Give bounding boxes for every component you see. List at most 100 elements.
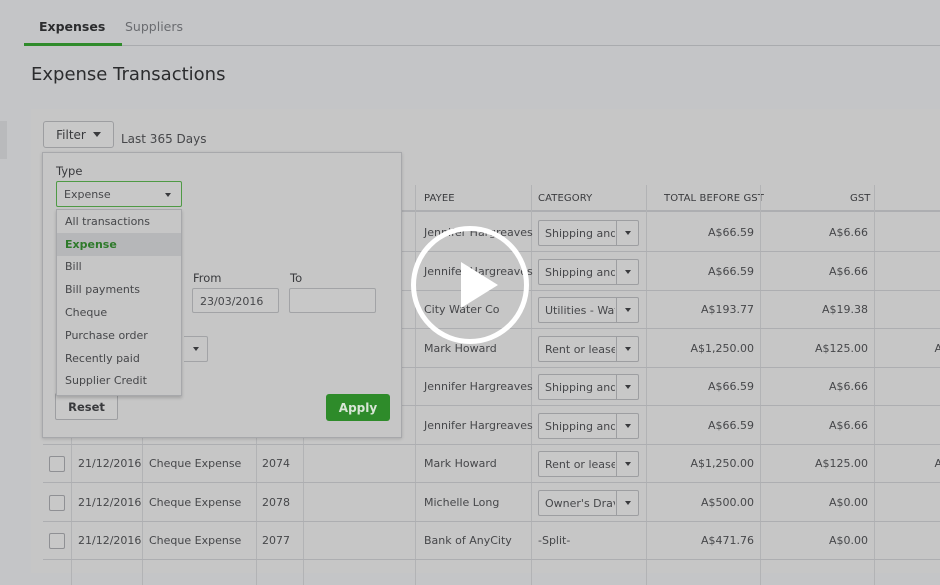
reset-button[interactable]: Reset <box>55 393 118 420</box>
chevron-down-icon <box>624 500 631 505</box>
category-select[interactable]: Rent or lease <box>538 335 639 362</box>
category-dropdown-toggle[interactable] <box>616 336 638 361</box>
cell-date: 21/12/2016 <box>78 457 142 470</box>
type-option[interactable]: Purchase order <box>57 324 181 347</box>
type-option[interactable]: Bill <box>57 256 181 279</box>
type-option[interactable]: Expense <box>57 232 181 256</box>
type-option[interactable]: All transactions <box>57 210 181 233</box>
cell-total-before-gst: A$66.59 <box>707 226 754 239</box>
cell-total: A <box>881 534 940 547</box>
cell-type: Cheque Expense <box>149 495 242 509</box>
type-select-value: Expense <box>64 188 111 201</box>
chevron-down-icon <box>165 193 171 197</box>
category-dropdown-toggle[interactable] <box>616 452 638 476</box>
table-row[interactable]: 21/12/2016 Cheque Expense 2074 Mark Howa… <box>43 445 940 483</box>
cell-payee: Mark Howard <box>424 457 497 470</box>
page-title: Expense Transactions <box>31 64 226 85</box>
category-dropdown-toggle[interactable] <box>616 375 638 399</box>
cell-date: 21/12/2016 <box>78 534 142 547</box>
category-select[interactable]: Shipping and <box>538 258 639 285</box>
header-payee[interactable]: PAYEE <box>424 193 455 204</box>
category-value: Shipping and <box>545 419 615 433</box>
type-option[interactable]: Supplier Credit <box>57 370 181 393</box>
category-dropdown-toggle[interactable] <box>616 490 638 515</box>
category-dropdown-toggle[interactable] <box>616 259 638 284</box>
chevron-down-icon <box>92 132 101 137</box>
tab-expenses[interactable]: Expenses <box>23 19 123 46</box>
header-gst[interactable]: GST <box>850 193 871 204</box>
chevron-down-icon <box>624 269 631 274</box>
cell-payee: Bank of AnyCity <box>424 534 512 547</box>
cell-type: Cheque Expense <box>149 457 242 470</box>
cell-total-before-gst: A$66.59 <box>707 418 754 432</box>
table-row[interactable]: 21/12/2016 Cheque Expense 2078 Michelle … <box>43 484 940 522</box>
cell-total-before-gst: A$471.76 <box>700 534 754 547</box>
cell-type: Cheque Expense <box>149 534 242 547</box>
row-checkbox[interactable] <box>49 494 65 511</box>
cell-total: A$ <box>934 341 940 355</box>
to-label: To <box>290 271 303 285</box>
row-checkbox[interactable] <box>49 533 65 549</box>
cell-date: 21/12/2016 <box>78 495 142 509</box>
category-dropdown-toggle[interactable] <box>616 298 638 322</box>
category-value: Utilities - Wat <box>545 304 615 317</box>
category-select[interactable]: Utilities - Wat <box>538 297 639 323</box>
category-select[interactable]: Rent or lease <box>538 451 639 477</box>
type-option[interactable]: Bill payments <box>57 278 181 301</box>
cell-total-before-gst: A$66.59 <box>707 264 754 278</box>
category-dropdown-toggle[interactable] <box>616 413 638 438</box>
filter-button[interactable]: Filter <box>43 121 114 148</box>
tab-suppliers[interactable]: Suppliers <box>125 19 183 34</box>
sidebar-stub <box>0 121 7 159</box>
cell-total: A <box>881 496 940 509</box>
row-checkbox[interactable] <box>49 456 65 472</box>
to-date-input[interactable] <box>289 288 376 313</box>
chevron-down-icon <box>624 462 631 466</box>
cell-gst: A$0.00 <box>828 495 868 509</box>
type-dropdown-list: All transactions Expense Bill Bill payments… <box>56 209 182 396</box>
cell-gst: A$125.00 <box>814 457 868 470</box>
cell-total-before-gst: A$193.77 <box>700 303 754 316</box>
category-value: Rent or lease <box>545 458 615 471</box>
category-value: Shipping and <box>545 381 615 394</box>
category-value: Shipping and <box>545 227 615 240</box>
table-row[interactable]: 21/12/2016 Cheque Expense 2077 Bank of A… <box>43 522 940 560</box>
from-date-input[interactable]: 23/03/2016 <box>192 288 279 313</box>
apply-button[interactable]: Apply <box>326 394 390 421</box>
category-select[interactable]: Shipping and <box>538 374 639 400</box>
category-select[interactable]: Shipping and <box>538 220 639 246</box>
cell-payee: Jennifer Hargreaves <box>424 380 533 393</box>
filter-button-label: Filter <box>56 127 86 142</box>
type-label: Type <box>56 164 83 178</box>
cell-gst: A$19.38 <box>821 303 868 316</box>
cell-number: 2078 <box>262 495 290 509</box>
cell-payee: Mark Howard <box>424 341 497 355</box>
type-select[interactable]: Expense <box>56 181 182 207</box>
cell-total-before-gst: A$500.00 <box>700 495 754 509</box>
cell-category-text: -Split- <box>538 534 571 547</box>
category-dropdown-toggle[interactable] <box>616 221 638 245</box>
cell-total-before-gst: A$1,250.00 <box>690 341 754 355</box>
category-select[interactable]: Shipping and <box>538 412 639 439</box>
tab-bar: Expenses Suppliers <box>23 0 940 46</box>
cell-payee: Jennifer Hargreaves <box>424 418 533 432</box>
cell-gst: A$6.66 <box>828 226 868 239</box>
header-total-before-gst[interactable]: TOTAL BEFORE GST <box>664 193 764 204</box>
category-select[interactable]: Owner's Drav <box>538 489 639 516</box>
cell-gst: A$6.66 <box>828 264 868 278</box>
type-option[interactable]: Cheque <box>57 301 181 324</box>
cell-gst: A$6.66 <box>828 380 868 393</box>
chevron-down-icon <box>624 346 631 351</box>
play-button[interactable] <box>411 226 529 344</box>
cell-total: A$ <box>934 457 940 470</box>
cell-total-before-gst: A$66.59 <box>707 380 754 393</box>
cell-gst: A$6.66 <box>828 418 868 432</box>
cell-gst: A$125.00 <box>814 341 868 355</box>
secondary-dropdown-toggle[interactable] <box>184 336 208 362</box>
cell-number: 2074 <box>262 457 290 470</box>
chevron-down-icon <box>624 385 631 389</box>
chevron-down-icon <box>624 231 631 235</box>
category-value: Rent or lease <box>545 342 615 356</box>
type-option[interactable]: Recently paid <box>57 347 181 370</box>
header-category[interactable]: CATEGORY <box>538 193 592 204</box>
